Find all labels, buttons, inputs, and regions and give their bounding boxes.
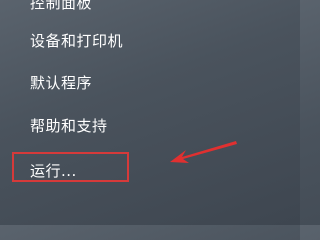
menu-item-devices-and-printers[interactable]: 设备和打印机	[30, 31, 123, 51]
menu-item-control-panel[interactable]: 控制面板	[30, 0, 92, 13]
red-arrow-icon	[170, 141, 237, 163]
menu-item-help-and-support[interactable]: 帮助和支持	[30, 116, 108, 136]
highlight-box	[12, 152, 129, 182]
menu-item-default-programs[interactable]: 默认程序	[30, 73, 92, 93]
